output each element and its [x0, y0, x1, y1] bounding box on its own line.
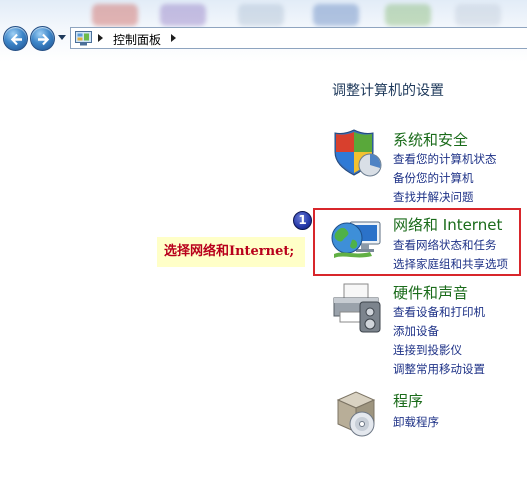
- blurred-app-icon: [92, 4, 138, 26]
- annotation-label: 选择网络和Internet;: [157, 237, 305, 267]
- blurred-app-icon: [385, 4, 431, 26]
- program-box-icon: [336, 391, 376, 437]
- link-view-network-status[interactable]: 查看网络状态和任务: [393, 237, 497, 253]
- link-connect-projector[interactable]: 连接到投影仪: [393, 342, 462, 358]
- category-system-security[interactable]: 系统和安全: [393, 129, 468, 150]
- back-arrow-icon: [10, 33, 22, 46]
- shield-icon: [334, 129, 382, 177]
- globe-monitor-icon: [331, 221, 381, 258]
- link-add-device[interactable]: 添加设备: [393, 323, 439, 339]
- step-number-badge: 1: [293, 211, 312, 230]
- forward-button[interactable]: [30, 26, 55, 51]
- window-header: 控制面板: [0, 0, 527, 62]
- link-mobility-settings[interactable]: 调整常用移动设置: [393, 361, 485, 377]
- blurred-app-icon: [313, 4, 359, 26]
- link-devices-printers[interactable]: 查看设备和打印机: [393, 304, 485, 320]
- category-hardware-sound[interactable]: 硬件和声音: [393, 282, 468, 303]
- link-homegroup-sharing[interactable]: 选择家庭组和共享选项: [393, 256, 508, 272]
- category-programs[interactable]: 程序: [393, 390, 423, 411]
- printer-icon: [333, 283, 381, 333]
- page-title: 调整计算机的设置: [332, 83, 444, 99]
- address-bar[interactable]: 控制面板: [70, 27, 527, 49]
- link-troubleshoot[interactable]: 查找并解决问题: [393, 189, 474, 205]
- back-button[interactable]: [3, 26, 28, 51]
- category-network-internet[interactable]: 网络和 Internet: [393, 214, 502, 235]
- forward-arrow-icon: [38, 33, 50, 46]
- breadcrumb-chevron-icon[interactable]: [171, 34, 177, 42]
- breadcrumb-control-panel[interactable]: 控制面板: [113, 31, 161, 48]
- blurred-app-icon: [160, 4, 206, 26]
- link-view-computer-status[interactable]: 查看您的计算机状态: [393, 151, 497, 167]
- blurred-app-icon: [238, 4, 284, 26]
- breadcrumb-chevron-icon[interactable]: [98, 34, 104, 42]
- link-uninstall-program[interactable]: 卸载程序: [393, 414, 439, 430]
- control-panel-icon: [75, 31, 92, 46]
- recent-pages-dropdown[interactable]: [58, 35, 66, 41]
- blurred-app-icon: [455, 4, 501, 26]
- link-backup-computer[interactable]: 备份您的计算机: [393, 170, 474, 186]
